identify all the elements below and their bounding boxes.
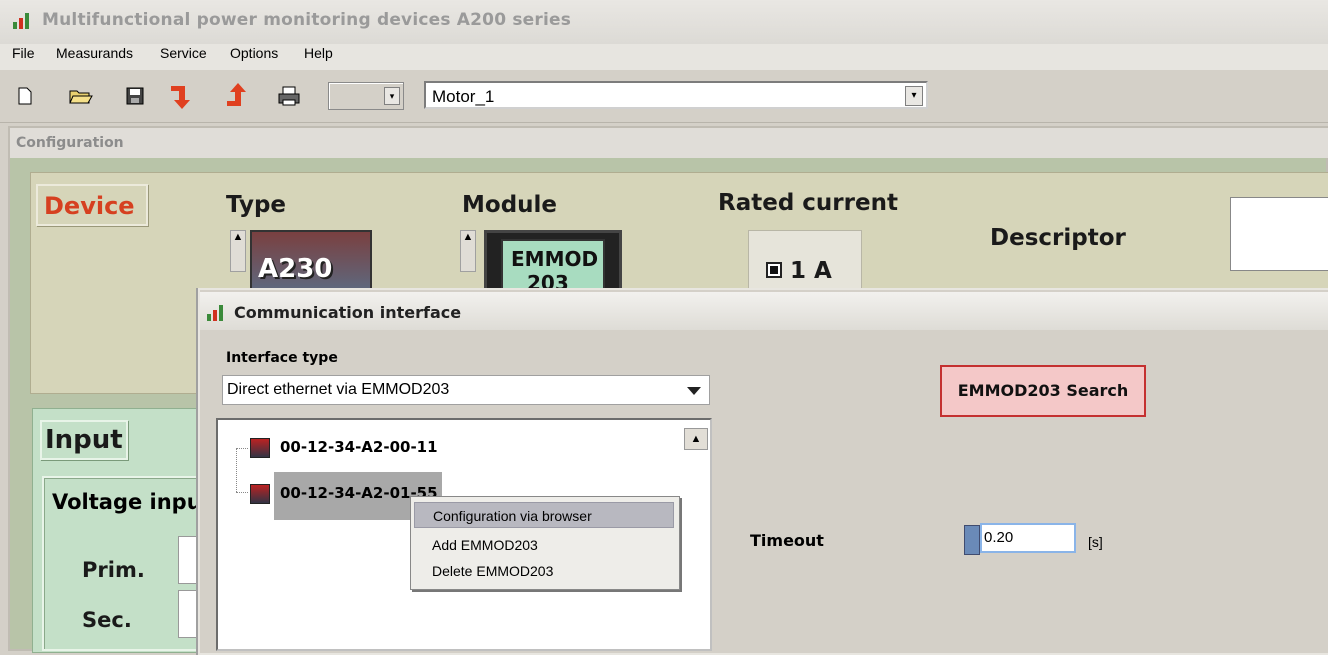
scroll-up-icon[interactable]: ▲ <box>684 428 708 450</box>
print-icon[interactable] <box>274 82 304 110</box>
app-icon <box>207 305 223 321</box>
type-spinner[interactable]: ▲ <box>230 230 246 272</box>
device-label-box: Device <box>36 184 148 226</box>
rated-current-checkbox[interactable] <box>766 262 782 278</box>
device-label: Device <box>44 192 135 220</box>
title-bar: Multifunctional power monitoring devices… <box>0 0 1328 44</box>
open-folder-icon[interactable] <box>66 82 96 110</box>
tree-item-device-1[interactable]: 00-12-34-A2-00-11 <box>280 438 438 456</box>
download-icon[interactable] <box>166 82 196 110</box>
device-type-value: A230 <box>258 254 333 284</box>
menu-item-delete-emmod203[interactable]: Delete EMMOD203 <box>414 558 674 584</box>
device-node-icon <box>250 484 270 504</box>
interface-type-label: Interface type <box>226 350 338 366</box>
upload-icon[interactable] <box>222 82 252 110</box>
timeout-unit: [s] <box>1088 534 1103 550</box>
tree-connector <box>236 448 238 492</box>
rated-current-value: 1 A <box>790 258 832 284</box>
menu-service[interactable]: Service <box>160 45 207 61</box>
chevron-down-icon[interactable]: ▾ <box>384 87 400 105</box>
window-title: Multifunctional power monitoring devices… <box>42 10 572 30</box>
sec-label: Sec. <box>82 608 132 632</box>
menu-item-add-emmod203[interactable]: Add EMMOD203 <box>414 532 674 558</box>
app-icon <box>13 13 29 29</box>
voltage-input-label: Voltage input <box>52 490 212 514</box>
timeout-input[interactable]: 0.20 <box>980 523 1076 553</box>
prim-label: Prim. <box>82 558 145 582</box>
module-value-line1: EMMOD <box>511 247 599 271</box>
menu-help[interactable]: Help <box>304 45 333 61</box>
menu-options[interactable]: Options <box>230 45 278 61</box>
interface-type-value: Direct ethernet via EMMOD203 <box>227 381 450 398</box>
rated-current-label: Rated current <box>718 190 898 216</box>
chevron-down-icon[interactable]: ▾ <box>905 86 923 106</box>
configuration-title-bar: Configuration <box>10 128 1328 158</box>
timeout-label: Timeout <box>750 531 824 550</box>
timeout-stepper[interactable] <box>964 525 980 555</box>
descriptor-label: Descriptor <box>990 225 1126 251</box>
new-file-icon[interactable] <box>10 82 40 110</box>
configuration-title: Configuration <box>16 135 124 151</box>
menu-file[interactable]: File <box>12 45 35 61</box>
descriptor-field[interactable] <box>1230 197 1328 271</box>
chevron-down-icon[interactable] <box>687 387 701 395</box>
emmod203-search-button[interactable]: EMMOD203 Search <box>940 365 1146 417</box>
profile-combo-value: Motor_1 <box>432 87 495 106</box>
interface-type-select[interactable]: Direct ethernet via EMMOD203 <box>222 375 710 405</box>
profile-combo[interactable]: Motor_1 ▾ <box>424 81 928 109</box>
menu-measurands[interactable]: Measurands <box>56 45 133 61</box>
module-spinner[interactable]: ▲ <box>460 230 476 272</box>
tree-connector <box>236 492 248 494</box>
small-combo[interactable]: ▾ <box>328 82 404 110</box>
module-label: Module <box>462 192 558 218</box>
input-label: Input <box>45 425 123 455</box>
dialog-title: Communication interface <box>234 303 462 322</box>
device-node-icon <box>250 438 270 458</box>
tree-connector <box>236 448 248 450</box>
save-icon[interactable] <box>120 82 150 110</box>
input-label-box: Input <box>40 420 128 460</box>
menu-item-configuration-via-browser[interactable]: Configuration via browser <box>414 502 674 528</box>
type-label: Type <box>226 192 287 218</box>
